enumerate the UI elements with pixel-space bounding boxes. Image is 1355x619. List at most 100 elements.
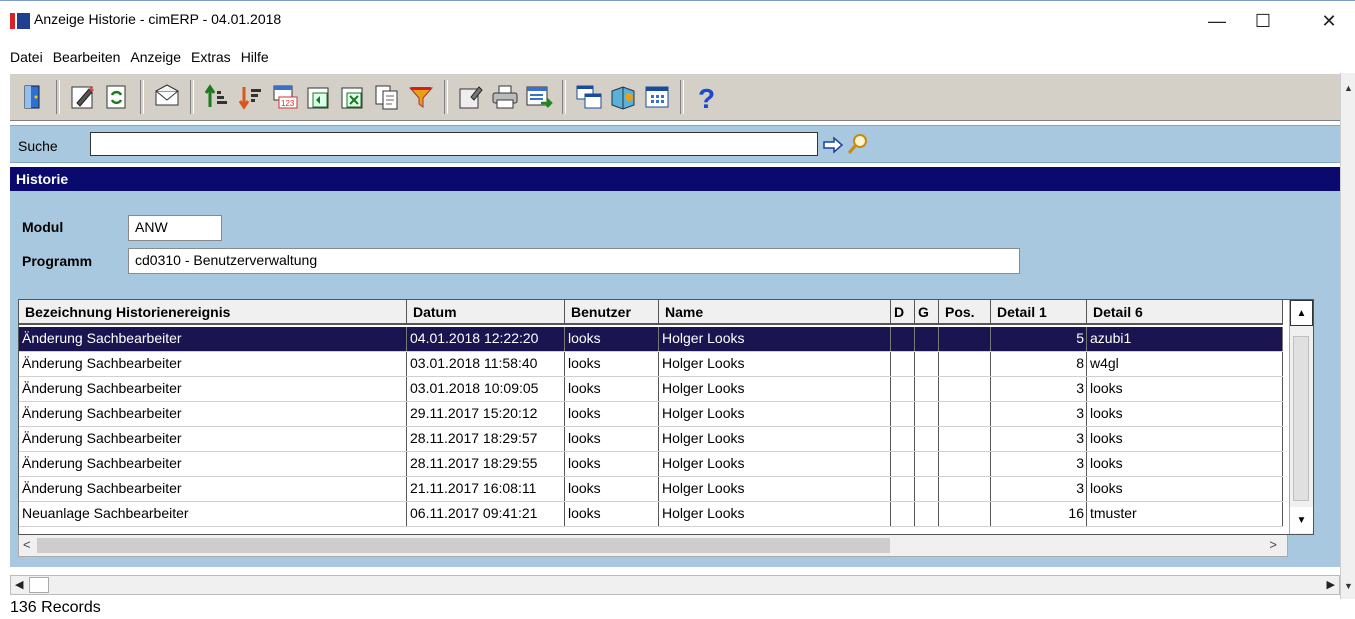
- search-go-arrow-icon[interactable]: [822, 134, 844, 156]
- cell-datum: 28.11.2017 18:29:57: [407, 427, 565, 451]
- search-label: Suche: [18, 138, 58, 154]
- cell-detail6: looks: [1087, 402, 1283, 426]
- column-header-name[interactable]: Name: [659, 300, 891, 325]
- column-header-benutzer[interactable]: Benutzer: [565, 300, 659, 325]
- table-row[interactable]: Änderung Sachbearbeiter 21.11.2017 16:08…: [19, 477, 1283, 502]
- cell-name: Holger Looks: [659, 327, 891, 351]
- export-icon[interactable]: [304, 81, 334, 113]
- scroll-left-arrow-icon[interactable]: <: [23, 537, 31, 552]
- cell-detail6: azubi1: [1087, 327, 1283, 351]
- cell-datum: 04.01.2018 12:22:20: [407, 327, 565, 351]
- cell-name: Holger Looks: [659, 452, 891, 476]
- table-row[interactable]: Änderung Sachbearbeiter 04.01.2018 12:22…: [19, 327, 1283, 352]
- cell-d: [891, 352, 915, 376]
- window-vertical-scrollbar[interactable]: ▲ ▼: [1340, 73, 1355, 599]
- toolbar-separator: [190, 80, 194, 114]
- table-row[interactable]: Änderung Sachbearbeiter 28.11.2017 18:29…: [19, 427, 1283, 452]
- cell-detail6: looks: [1087, 427, 1283, 451]
- cell-g: [915, 402, 939, 426]
- cell-name: Holger Looks: [659, 502, 891, 526]
- modul-field[interactable]: ANW: [128, 215, 222, 241]
- table-row[interactable]: Änderung Sachbearbeiter 03.01.2018 10:09…: [19, 377, 1283, 402]
- menu-anzeige[interactable]: Anzeige: [130, 49, 189, 65]
- cell-name: Holger Looks: [659, 352, 891, 376]
- cell-datum: 29.11.2017 15:20:12: [407, 402, 565, 426]
- grid-header: Bezeichnung Historienereignis Datum Benu…: [19, 300, 1283, 325]
- cell-d: [891, 402, 915, 426]
- table-row[interactable]: Änderung Sachbearbeiter 03.01.2018 11:58…: [19, 352, 1283, 377]
- cell-benutzer: looks: [565, 352, 659, 376]
- menu-bar: Datei Bearbeiten Anzeige Extras Hilfe: [0, 41, 1355, 73]
- book-icon[interactable]: [608, 81, 638, 113]
- minimize-button[interactable]: —: [1194, 7, 1240, 35]
- table-row[interactable]: Änderung Sachbearbeiter 29.11.2017 15:20…: [19, 402, 1283, 427]
- toolbar: 123 ?: [10, 73, 1340, 121]
- copy-document-icon[interactable]: [372, 81, 402, 113]
- app-window: Anzeige Historie - cimERP - 04.01.2018 —…: [0, 0, 1355, 619]
- cell-g: [915, 352, 939, 376]
- scroll-up-arrow-icon[interactable]: ▲: [1290, 300, 1313, 326]
- menu-extras[interactable]: Extras: [191, 49, 239, 65]
- search-input[interactable]: [90, 132, 818, 156]
- help-icon[interactable]: ?: [692, 81, 722, 113]
- filter-funnel-icon[interactable]: [406, 81, 436, 113]
- table-row[interactable]: Änderung Sachbearbeiter 28.11.2017 18:29…: [19, 452, 1283, 477]
- menu-datei[interactable]: Datei: [10, 49, 51, 65]
- column-header-g[interactable]: G: [915, 300, 939, 325]
- menu-bearbeiten[interactable]: Bearbeiten: [53, 49, 129, 65]
- cell-detail1: 3: [991, 452, 1087, 476]
- grid-vertical-scrollbar[interactable]: ▲ ▼: [1289, 300, 1313, 534]
- edit-pencil-icon[interactable]: [68, 81, 98, 113]
- scroll-right-arrow-icon[interactable]: >: [1269, 537, 1277, 552]
- maximize-button[interactable]: ☐: [1240, 7, 1286, 35]
- list-transfer-icon[interactable]: [524, 81, 554, 113]
- column-header-pos[interactable]: Pos.: [939, 300, 991, 325]
- cell-pos: [939, 477, 991, 501]
- print-icon[interactable]: [490, 81, 520, 113]
- programm-field[interactable]: cd0310 - Benutzerverwaltung: [128, 248, 1020, 274]
- toolbar-separator: [56, 80, 60, 114]
- section-header: Historie: [10, 167, 1340, 191]
- column-header-detail6[interactable]: Detail 6: [1087, 300, 1283, 325]
- properties-icon[interactable]: [456, 81, 486, 113]
- app-logo-icon: [10, 13, 30, 29]
- sort-ascending-icon[interactable]: [202, 81, 232, 113]
- cell-datum: 03.01.2018 10:09:05: [407, 377, 565, 401]
- window-title: Anzeige Historie - cimERP - 04.01.2018: [34, 11, 282, 27]
- cell-detail6: tmuster: [1087, 502, 1283, 526]
- window-horizontal-scrollbar[interactable]: ◀ ▶: [10, 575, 1340, 595]
- column-header-detail1[interactable]: Detail 1: [991, 300, 1087, 325]
- grid-horizontal-scroll-thumb[interactable]: [37, 538, 890, 553]
- column-header-bezeichnung[interactable]: Bezeichnung Historienereignis: [19, 300, 407, 325]
- scroll-right-arrow-icon[interactable]: ▶: [1327, 578, 1335, 591]
- cell-datum: 21.11.2017 16:08:11: [407, 477, 565, 501]
- cell-name: Holger Looks: [659, 402, 891, 426]
- exit-door-icon[interactable]: [18, 81, 48, 113]
- table-row[interactable]: Neuanlage Sachbearbeiter 06.11.2017 09:4…: [19, 502, 1283, 527]
- search-magnifier-icon[interactable]: [846, 132, 870, 156]
- cell-detail1: 3: [991, 402, 1087, 426]
- cell-d: [891, 502, 915, 526]
- calendar-123-icon[interactable]: 123: [270, 81, 300, 113]
- grid-horizontal-scrollbar[interactable]: < >: [18, 535, 1288, 557]
- close-button[interactable]: ✕: [1306, 7, 1352, 35]
- cell-detail1: 8: [991, 352, 1087, 376]
- excel-export-icon[interactable]: [338, 81, 368, 113]
- programm-label: Programm: [22, 253, 93, 269]
- refresh-icon[interactable]: [102, 81, 132, 113]
- sort-descending-icon[interactable]: [236, 81, 266, 113]
- scroll-down-arrow-icon[interactable]: ▼: [1290, 507, 1313, 533]
- cell-detail6: looks: [1087, 452, 1283, 476]
- grid-vertical-scroll-thumb[interactable]: [1293, 336, 1309, 501]
- scroll-left-arrow-icon[interactable]: ◀: [15, 578, 23, 591]
- menu-hilfe[interactable]: Hilfe: [241, 49, 277, 65]
- column-header-d[interactable]: D: [891, 300, 915, 325]
- column-header-datum[interactable]: Datum: [407, 300, 565, 325]
- cell-detail1: 3: [991, 427, 1087, 451]
- window-horizontal-scroll-thumb[interactable]: [29, 577, 49, 593]
- mail-icon[interactable]: [152, 81, 182, 113]
- svg-text:123: 123: [281, 99, 295, 108]
- windows-icon[interactable]: [574, 81, 604, 113]
- grid-view-icon[interactable]: [642, 81, 672, 113]
- cell-name: Holger Looks: [659, 427, 891, 451]
